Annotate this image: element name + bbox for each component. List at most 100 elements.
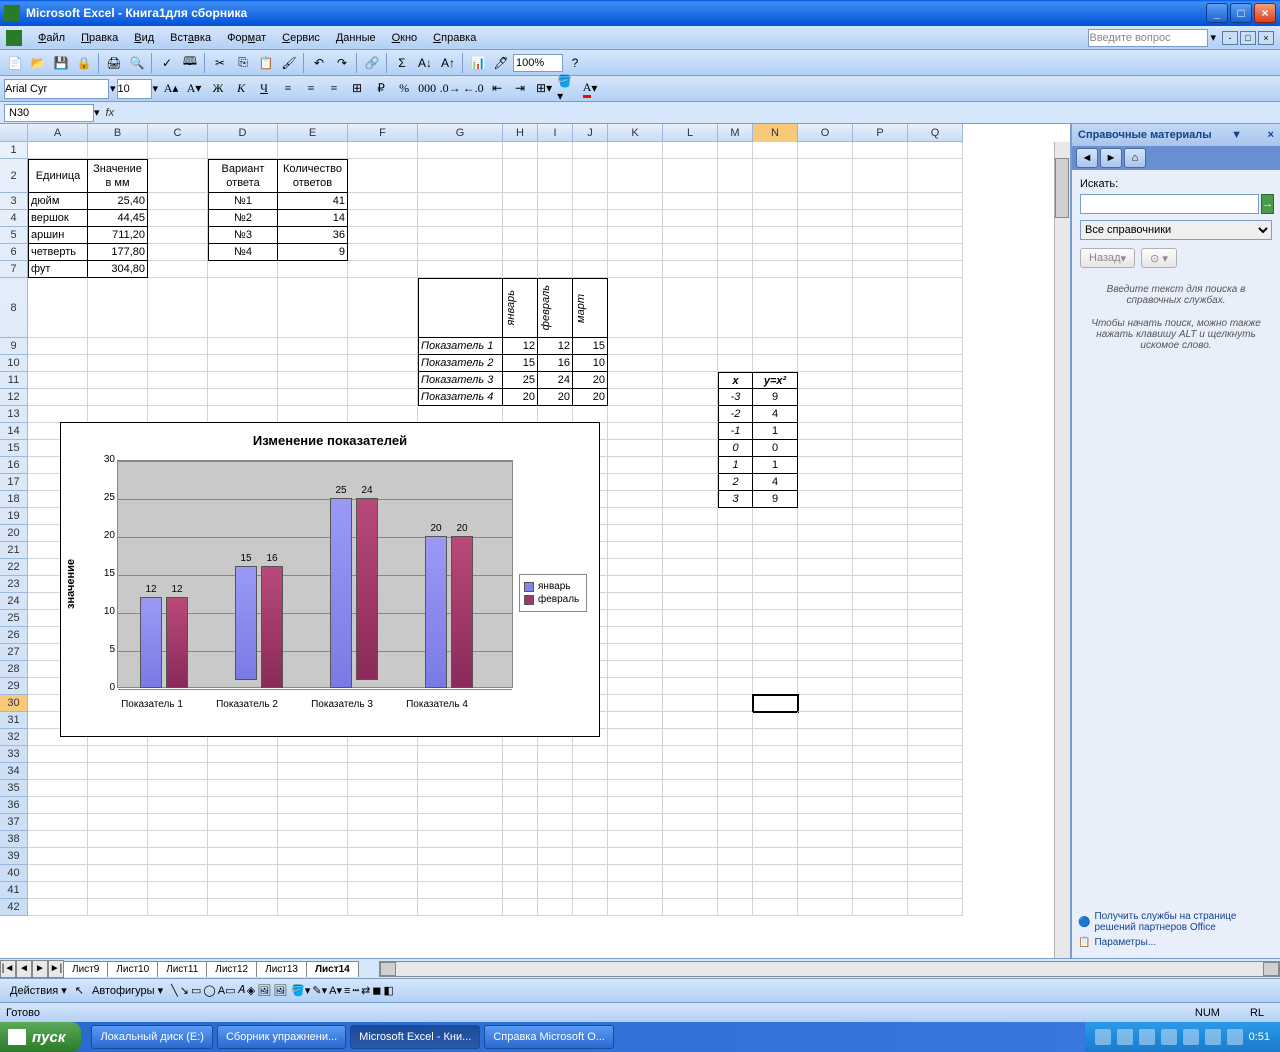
cell[interactable] <box>663 389 718 406</box>
cell[interactable] <box>753 193 798 210</box>
cell[interactable] <box>663 423 718 440</box>
col-header-N[interactable]: N <box>753 124 798 142</box>
cell[interactable] <box>753 763 798 780</box>
cell[interactable] <box>853 244 908 261</box>
permission-icon[interactable]: 🔒 <box>73 52 95 74</box>
cell[interactable] <box>753 576 798 593</box>
cell[interactable] <box>908 610 963 627</box>
cell[interactable] <box>663 372 718 389</box>
cell[interactable] <box>608 627 663 644</box>
cell[interactable] <box>278 865 348 882</box>
cell[interactable] <box>718 193 753 210</box>
tray-icon[interactable] <box>1117 1029 1133 1045</box>
cell[interactable]: 1 <box>753 457 798 474</box>
row-header-24[interactable]: 24 <box>0 593 28 610</box>
cell[interactable] <box>718 899 753 916</box>
cell[interactable] <box>663 814 718 831</box>
cell[interactable] <box>418 899 503 916</box>
spelling-icon[interactable]: ✓ <box>156 52 178 74</box>
cell[interactable]: Показатель 1 <box>418 338 503 355</box>
cell[interactable] <box>348 899 418 916</box>
cell[interactable] <box>853 848 908 865</box>
cell[interactable] <box>503 797 538 814</box>
cell[interactable] <box>908 389 963 406</box>
cell[interactable] <box>418 261 503 278</box>
rectangle-icon[interactable]: ▭ <box>191 984 201 997</box>
col-header-C[interactable]: C <box>148 124 208 142</box>
redo-icon[interactable]: ↷ <box>331 52 353 74</box>
cell[interactable] <box>348 193 418 210</box>
cell[interactable] <box>208 142 278 159</box>
cell[interactable] <box>663 525 718 542</box>
tab-last-icon[interactable]: ►| <box>48 960 64 978</box>
cell[interactable] <box>28 797 88 814</box>
cell[interactable] <box>798 678 853 695</box>
doc-minimize-button[interactable]: - <box>1222 31 1238 45</box>
cell[interactable] <box>28 746 88 763</box>
cell[interactable] <box>28 338 88 355</box>
cell[interactable] <box>538 865 573 882</box>
row-header-23[interactable]: 23 <box>0 576 28 593</box>
cell[interactable] <box>798 525 853 542</box>
taskbar-item[interactable]: Локальный диск (E:) <box>91 1025 213 1049</box>
cell[interactable] <box>663 712 718 729</box>
arrow-style-icon[interactable]: ⇄ <box>361 984 370 997</box>
increase-decimal-icon[interactable]: .0→ <box>439 78 461 100</box>
cell[interactable] <box>718 542 753 559</box>
cell[interactable]: март <box>573 278 608 338</box>
cell[interactable] <box>28 882 88 899</box>
cell[interactable] <box>418 159 503 193</box>
cell[interactable] <box>608 661 663 678</box>
cell[interactable] <box>608 882 663 899</box>
col-header-I[interactable]: I <box>538 124 573 142</box>
cell[interactable] <box>538 780 573 797</box>
row-header-20[interactable]: 20 <box>0 525 28 542</box>
cell[interactable] <box>753 678 798 695</box>
cell[interactable] <box>208 261 278 278</box>
row-header-21[interactable]: 21 <box>0 542 28 559</box>
cell[interactable] <box>908 780 963 797</box>
cell[interactable] <box>88 278 148 338</box>
cell[interactable] <box>608 372 663 389</box>
cell[interactable]: вершок <box>28 210 88 227</box>
menu-format[interactable]: Формат <box>219 30 274 46</box>
cell[interactable] <box>208 865 278 882</box>
col-header-B[interactable]: B <box>88 124 148 142</box>
cell[interactable] <box>88 338 148 355</box>
cell[interactable] <box>348 831 418 848</box>
cell[interactable]: 2 <box>718 474 753 491</box>
cell[interactable]: фут <box>28 261 88 278</box>
menu-data[interactable]: Данные <box>328 30 384 46</box>
cell[interactable] <box>853 389 908 406</box>
cell[interactable] <box>753 627 798 644</box>
task-pane-dropdown-icon[interactable]: ▼ <box>1231 129 1242 141</box>
tray-icon[interactable] <box>1183 1029 1199 1045</box>
row-header-34[interactable]: 34 <box>0 763 28 780</box>
cell[interactable] <box>663 406 718 423</box>
tray-icon[interactable] <box>1227 1029 1243 1045</box>
cell[interactable] <box>718 508 753 525</box>
search-go-button[interactable]: → <box>1261 194 1274 214</box>
cell[interactable] <box>853 644 908 661</box>
cell[interactable] <box>908 159 963 193</box>
cell[interactable] <box>538 244 573 261</box>
drawing-icon[interactable]: 🖊 <box>490 52 512 74</box>
cell[interactable] <box>753 661 798 678</box>
cell[interactable]: 9 <box>753 491 798 508</box>
cell[interactable] <box>28 406 88 423</box>
cell[interactable] <box>853 678 908 695</box>
cell[interactable] <box>853 627 908 644</box>
cell[interactable]: 44,45 <box>88 210 148 227</box>
cell[interactable] <box>753 525 798 542</box>
vertical-scrollbar[interactable] <box>1054 142 1070 958</box>
cell[interactable] <box>753 261 798 278</box>
cell[interactable] <box>753 695 798 712</box>
cell[interactable] <box>208 278 278 338</box>
cell[interactable] <box>28 848 88 865</box>
cell[interactable]: x <box>718 372 753 389</box>
cell[interactable] <box>718 142 753 159</box>
picture-icon[interactable]: 🖼 <box>273 984 287 997</box>
cell[interactable] <box>798 389 853 406</box>
cell[interactable] <box>348 882 418 899</box>
cell[interactable] <box>418 797 503 814</box>
